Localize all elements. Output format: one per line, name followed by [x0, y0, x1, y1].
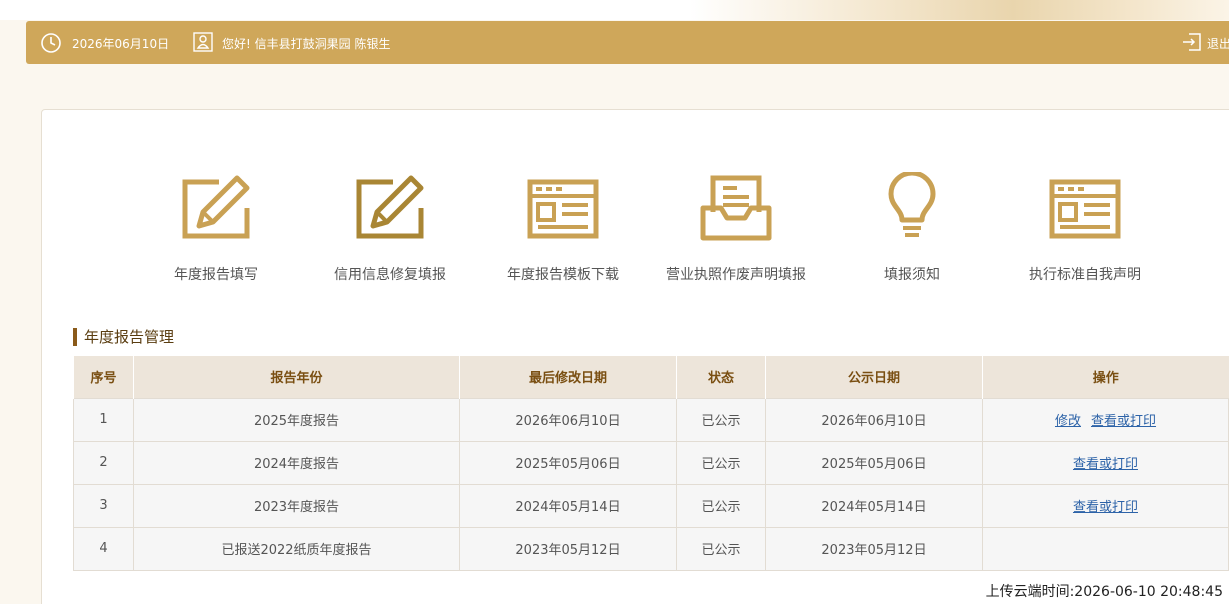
table-row: 2 2024年度报告 2025年05月06日 已公示 2025年05月06日 查… [73, 440, 1229, 485]
cell-modified: 2023年05月12日 [459, 526, 677, 571]
cell-status: 已公示 [676, 526, 766, 571]
quick-link-template-download[interactable]: 年度报告模板下载 [473, 172, 653, 284]
cell-actions: 查看或打印 [982, 483, 1229, 528]
cell-no: 4 [73, 526, 134, 571]
cell-modified: 2024年05月14日 [459, 483, 677, 528]
logout-button[interactable]: 退出 [1207, 35, 1229, 52]
current-date: 2026年06月10日 [72, 37, 170, 51]
quick-link-label: 执行标准自我声明 [1029, 267, 1141, 283]
cell-modified: 2025年05月06日 [459, 440, 677, 485]
cell-no: 3 [73, 483, 134, 528]
lightbulb-icon [888, 172, 936, 237]
view-print-link[interactable]: 查看或打印 [1073, 500, 1138, 515]
quick-link-label: 填报须知 [884, 267, 940, 283]
upload-time: 上传云端时间:2026-06-10 20:48:45 [985, 584, 1223, 600]
banner-decoration [689, 0, 1229, 20]
top-banner [0, 0, 1229, 20]
cell-published: 2023年05月12日 [765, 526, 983, 571]
quick-link-standard-declaration[interactable]: 执行标准自我声明 [995, 172, 1175, 284]
cell-published: 2024年05月14日 [765, 483, 983, 528]
quick-link-label: 年度报告填写 [174, 267, 258, 283]
column-header: 公示日期 [765, 356, 983, 398]
column-header: 最后修改日期 [459, 356, 677, 398]
cell-year: 2024年度报告 [133, 440, 460, 485]
cell-actions [982, 526, 1229, 571]
header-bar: 2026年06月10日 您好! 信丰县打鼓洞果园 陈银生 退出 [26, 21, 1229, 64]
view-print-link[interactable]: 查看或打印 [1091, 414, 1156, 429]
cell-published: 2025年05月06日 [765, 440, 983, 485]
cell-year: 2023年度报告 [133, 483, 460, 528]
column-header: 状态 [676, 356, 766, 398]
table-row: 4 已报送2022纸质年度报告 2023年05月12日 已公示 2023年05月… [73, 526, 1229, 571]
cell-published: 2026年06月10日 [765, 397, 983, 442]
annual-report-table: 序号 报告年份 最后修改日期 状态 公示日期 操作 1 2025年度报告 202… [73, 356, 1229, 571]
cell-modified: 2026年06月10日 [459, 397, 677, 442]
table-row: 3 2023年度报告 2024年05月14日 已公示 2024年05月14日 查… [73, 483, 1229, 528]
quick-link-label: 营业执照作废声明填报 [666, 267, 806, 283]
table-row: 1 2025年度报告 2026年06月10日 已公示 2026年06月10日 修… [73, 397, 1229, 442]
quick-link-license-void[interactable]: 营业执照作废声明填报 [646, 172, 826, 284]
cell-no: 1 [73, 397, 134, 442]
cell-status: 已公示 [676, 483, 766, 528]
logout-icon[interactable] [1181, 31, 1203, 53]
column-header: 报告年份 [133, 356, 460, 398]
section-title: 年度报告管理 [73, 328, 174, 346]
standard-doc-icon [1049, 179, 1121, 239]
quick-link-label: 信用信息修复填报 [334, 267, 446, 283]
view-print-link[interactable]: 查看或打印 [1073, 457, 1138, 472]
clock-icon [41, 33, 61, 53]
cell-no: 2 [73, 440, 134, 485]
column-header: 序号 [73, 356, 134, 398]
cell-status: 已公示 [676, 397, 766, 442]
quick-link-notice[interactable]: 填报须知 [822, 172, 1002, 284]
table-header-row: 序号 报告年份 最后修改日期 状态 公示日期 操作 [73, 356, 1229, 398]
edit-form-icon [182, 175, 250, 239]
user-greeting: 您好! 信丰县打鼓洞果园 陈银生 [222, 37, 391, 51]
quick-link-annual-report-fill[interactable]: 年度报告填写 [126, 172, 306, 284]
column-header: 操作 [982, 356, 1229, 398]
inbox-tray-icon [700, 175, 772, 241]
user-icon [193, 32, 213, 52]
quick-link-label: 年度报告模板下载 [507, 267, 619, 283]
edit-link[interactable]: 修改 [1055, 414, 1081, 429]
cell-year: 已报送2022纸质年度报告 [133, 526, 460, 571]
quick-link-credit-repair[interactable]: 信用信息修复填报 [300, 172, 480, 284]
cell-actions: 查看或打印 [982, 440, 1229, 485]
cell-status: 已公示 [676, 440, 766, 485]
edit-form-dark-icon [356, 175, 424, 239]
cell-year: 2025年度报告 [133, 397, 460, 442]
cell-actions: 修改 查看或打印 [982, 397, 1229, 442]
template-icon [527, 179, 599, 239]
